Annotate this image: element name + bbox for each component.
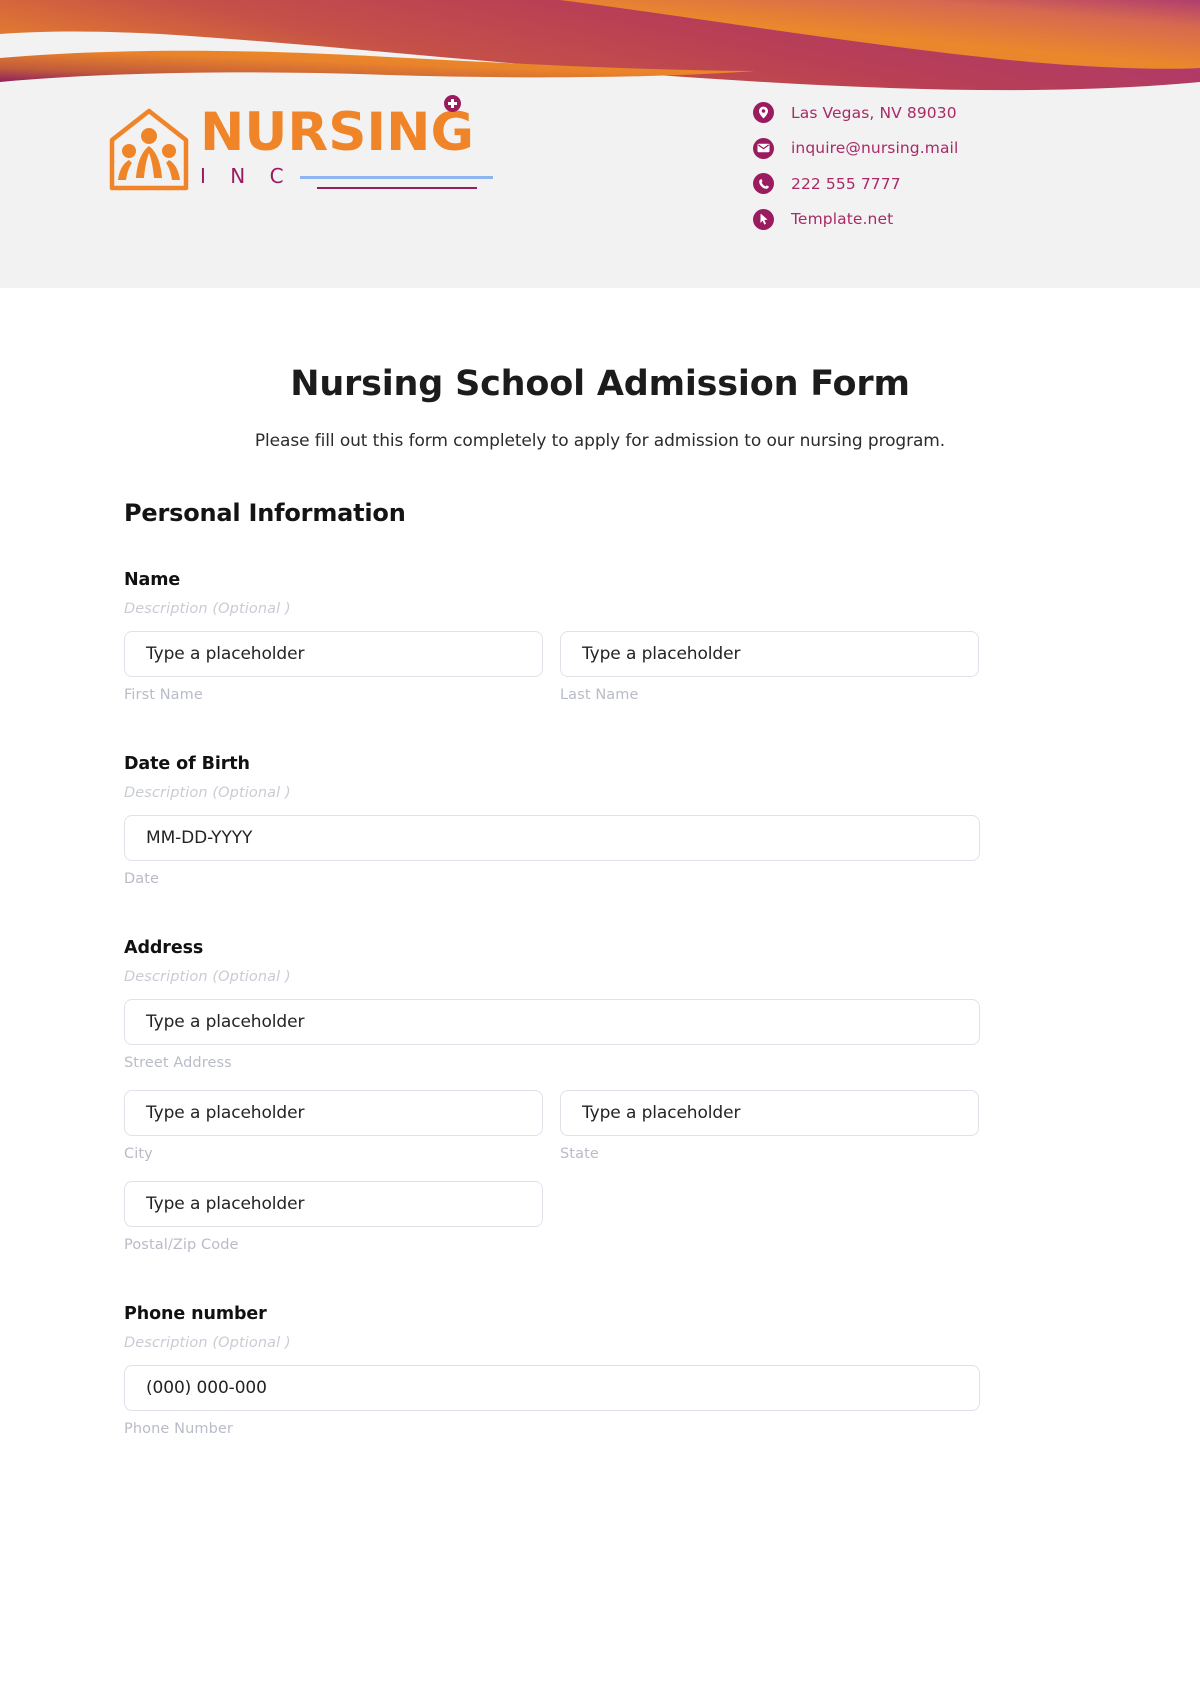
logo-wordmark: NURSING bbox=[200, 95, 474, 163]
field-label-phone-number: Phone number bbox=[124, 1304, 267, 1324]
contact-phone-text: 222 555 7777 bbox=[791, 174, 901, 193]
postal-zip-code-input[interactable]: Type a placeholder bbox=[124, 1181, 543, 1227]
section-heading-personal-information: Personal Information bbox=[124, 499, 406, 527]
sublabel-date: Date bbox=[124, 871, 160, 887]
page-header: NURSING I N C Las Vegas, NV 89030 inquir… bbox=[0, 0, 1200, 288]
contact-list: Las Vegas, NV 89030 inquire@nursing.mail… bbox=[753, 96, 958, 238]
logo-wordmark-text: NURSING bbox=[200, 102, 474, 163]
phone-number-input[interactable]: (000) 000-000 bbox=[124, 1365, 980, 1411]
field-group-date-of-birth: Date of Birth Description (Optional ) MM… bbox=[124, 754, 980, 887]
contact-website-text: Template.net bbox=[791, 210, 894, 228]
street-address-input[interactable]: Type a placeholder bbox=[124, 999, 980, 1045]
contact-email-text: inquire@nursing.mail bbox=[791, 139, 959, 157]
field-group-address: Address Description (Optional ) Type a p… bbox=[124, 938, 980, 1253]
field-description-name: Description (Optional ) bbox=[124, 601, 291, 617]
form-body: Nursing School Admission Form Please fil… bbox=[0, 364, 1200, 1437]
field-description-phone-number: Description (Optional ) bbox=[124, 1335, 291, 1351]
personal-information-section: Personal Information Name Description (O… bbox=[124, 499, 980, 1437]
field-description-date-of-birth: Description (Optional ) bbox=[124, 785, 291, 801]
logo-subtitle: I N C bbox=[200, 164, 493, 194]
contact-item-phone[interactable]: 222 555 7777 bbox=[753, 167, 958, 200]
contact-address-text: Las Vegas, NV 89030 bbox=[791, 103, 957, 122]
field-group-phone-number: Phone number Description (Optional ) (00… bbox=[124, 1304, 980, 1437]
sublabel-street-address: Street Address bbox=[124, 1055, 232, 1071]
sublabel-first-name: First Name bbox=[124, 687, 203, 703]
contact-item-email[interactable]: inquire@nursing.mail bbox=[753, 132, 958, 165]
contact-item-website[interactable]: Template.net bbox=[753, 203, 958, 236]
sublabel-phone-number: Phone Number bbox=[124, 1421, 233, 1437]
phone-icon bbox=[753, 173, 774, 194]
cursor-arrow-icon bbox=[753, 208, 774, 230]
field-description-address: Description (Optional ) bbox=[124, 969, 291, 985]
sublabel-postal-zip-code: Postal/Zip Code bbox=[124, 1237, 239, 1253]
field-group-name: Name Description (Optional ) Type a plac… bbox=[124, 570, 980, 703]
envelope-icon bbox=[753, 137, 774, 159]
state-input[interactable]: Type a placeholder bbox=[560, 1090, 979, 1136]
field-label-date-of-birth: Date of Birth bbox=[124, 754, 250, 774]
sublabel-last-name: Last Name bbox=[560, 687, 639, 703]
logo-inc-text: I N C bbox=[200, 164, 293, 188]
page-title: Nursing School Admission Form bbox=[290, 364, 910, 404]
first-name-input[interactable]: Type a placeholder bbox=[124, 631, 543, 677]
medical-cross-icon bbox=[444, 95, 461, 112]
sublabel-state: State bbox=[560, 1146, 599, 1162]
logo-purple-rule bbox=[317, 187, 477, 189]
field-label-name: Name bbox=[124, 570, 181, 590]
sublabel-city: City bbox=[124, 1146, 153, 1162]
logo-blue-rule bbox=[300, 176, 493, 179]
date-of-birth-input[interactable]: MM-DD-YYYY bbox=[124, 815, 980, 861]
location-pin-icon bbox=[753, 102, 774, 123]
contact-item-address[interactable]: Las Vegas, NV 89030 bbox=[753, 96, 958, 129]
city-input[interactable]: Type a placeholder bbox=[124, 1090, 543, 1136]
page-subtitle: Please fill out this form completely to … bbox=[254, 431, 946, 451]
field-label-address: Address bbox=[124, 938, 204, 958]
house-family-logo-icon bbox=[109, 108, 189, 191]
last-name-input[interactable]: Type a placeholder bbox=[560, 631, 979, 677]
brand-logo[interactable]: NURSING I N C bbox=[108, 95, 493, 194]
